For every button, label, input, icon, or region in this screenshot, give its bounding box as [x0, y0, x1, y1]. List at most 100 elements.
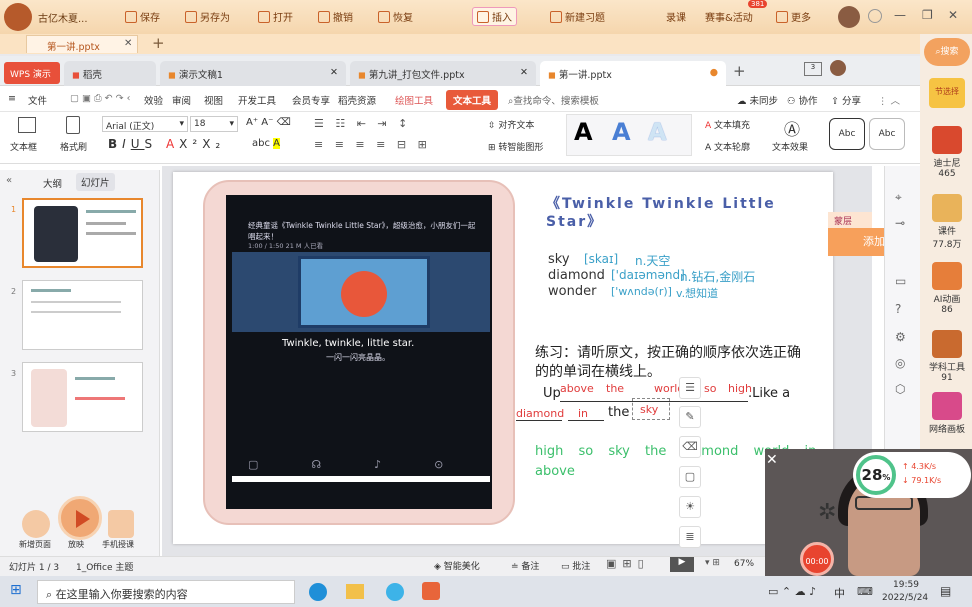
- zoom-controls[interactable]: ▾ ⊞: [705, 558, 720, 568]
- edge-icon[interactable]: [309, 583, 327, 601]
- menu-drawing-tools[interactable]: 绘图工具: [395, 93, 433, 107]
- format-brush-button[interactable]: 格式刷: [60, 140, 87, 153]
- slideshow-button[interactable]: 放映: [68, 539, 84, 550]
- textbox-button[interactable]: 文本框: [10, 140, 37, 153]
- collapse-panel-icon[interactable]: «: [6, 175, 12, 186]
- insert-button[interactable]: 插入: [472, 7, 517, 26]
- more-options-icon[interactable]: ⋮ ︿: [878, 93, 900, 107]
- save-as-button[interactable]: 另存为: [185, 9, 230, 24]
- text-effect-icon[interactable]: Ⓐ: [784, 116, 800, 140]
- answer-high[interactable]: high: [728, 382, 752, 395]
- smartart-button[interactable]: ⊞ 转智能图形: [488, 140, 543, 153]
- menu-text-tools[interactable]: 文本工具: [446, 90, 499, 110]
- sidebar-item-ai-animation[interactable]: AI动画 86: [926, 262, 968, 315]
- shape-style-2[interactable]: Abc: [869, 118, 905, 150]
- slide-thumbnail-3[interactable]: [22, 362, 143, 432]
- comments-button[interactable]: ▭ 批注: [561, 559, 590, 572]
- menu-review[interactable]: 审阅: [172, 93, 191, 107]
- beautify-button[interactable]: ◈ 智能美化: [434, 559, 480, 572]
- play-slideshow-icon[interactable]: ▶: [670, 557, 694, 572]
- ime-indicator[interactable]: 中: [834, 585, 845, 601]
- tab-lecture1[interactable]: ◼ 第一讲.pptx ●: [540, 61, 726, 86]
- wps-taskbar-icon[interactable]: [422, 582, 440, 600]
- text-style-outline[interactable]: A: [648, 118, 667, 146]
- notification-icon[interactable]: ▤: [940, 584, 951, 598]
- tab-lecture9[interactable]: ◼ 第九讲_打包文件.pptx ✕: [350, 61, 536, 86]
- format-brush-icon[interactable]: [66, 116, 80, 134]
- taskbar-search[interactable]: ⌕ 在这里输入你要搜索的内容: [37, 580, 295, 604]
- browser-icon[interactable]: [386, 583, 404, 601]
- align-text-button[interactable]: ⇳ 对齐文本: [488, 118, 534, 131]
- close-icon[interactable]: ✕: [948, 8, 958, 22]
- doc-tab[interactable]: 第一讲.pptx ✕: [26, 35, 138, 53]
- redo-button[interactable]: 恢复: [378, 9, 413, 24]
- answer-the[interactable]: the: [606, 382, 624, 395]
- answer-above[interactable]: above: [560, 382, 594, 395]
- close-camera-icon[interactable]: ✕: [766, 452, 778, 468]
- record-button[interactable]: 录课: [666, 9, 686, 24]
- sidebar-item-disney[interactable]: 迪士尼 465: [926, 126, 968, 179]
- play-icon[interactable]: [58, 496, 102, 540]
- close-tab-icon[interactable]: ✕: [330, 67, 338, 78]
- slide-thumbnail-2[interactable]: [22, 280, 143, 350]
- save-button[interactable]: 保存: [125, 9, 160, 24]
- new-exercise-button[interactable]: 新建习题: [550, 9, 605, 24]
- collab-button[interactable]: ⚇ 协作: [787, 93, 818, 107]
- location-icon[interactable]: ◎: [895, 356, 905, 370]
- answer-in[interactable]: in: [578, 407, 588, 420]
- comment-icon[interactable]: ▭: [895, 274, 906, 288]
- list-buttons[interactable]: ☰ ☷ ⇤ ⇥ ↕: [314, 117, 411, 130]
- text-outline-button[interactable]: A 文本轮廓: [705, 140, 750, 153]
- text-fill-button[interactable]: A 文本填充: [705, 118, 750, 131]
- answer-sky[interactable]: sky: [640, 403, 658, 416]
- minimize-icon[interactable]: —: [894, 8, 906, 22]
- font-size-buttons[interactable]: A⁺ A⁻ ⌫: [246, 117, 291, 128]
- ime-icons[interactable]: ⌨: [857, 585, 873, 598]
- font-select[interactable]: Arial (正文) ▾: [102, 116, 188, 132]
- font-style-buttons[interactable]: BIUS AX²X₂: [108, 137, 225, 151]
- layers-icon[interactable]: ☰: [679, 377, 701, 399]
- notes-button[interactable]: ≐ 备注: [511, 559, 539, 572]
- text-style-black[interactable]: A: [574, 118, 593, 146]
- command-search[interactable]: ⌕查找命令、搜索模板: [508, 93, 599, 107]
- new-page-button[interactable]: 新增页面: [19, 539, 51, 550]
- help-icon[interactable]: ?: [895, 302, 901, 316]
- pen-icon[interactable]: ✎: [679, 406, 701, 428]
- open-button[interactable]: 打开: [258, 9, 293, 24]
- menu-view[interactable]: 视图: [204, 93, 223, 107]
- mobile-teach-button[interactable]: 手机授课: [102, 539, 134, 550]
- sidebar-item-geogebra[interactable]: 网络画板: [926, 392, 968, 435]
- close-tab-icon[interactable]: ✕: [124, 38, 132, 49]
- coin-icon[interactable]: [868, 9, 882, 23]
- sidebar-item-courseware[interactable]: 课件 77.8万: [926, 194, 968, 250]
- layer-label[interactable]: 蒙层: [828, 212, 872, 228]
- mobile-teach-icon[interactable]: [108, 510, 134, 538]
- new-tab-button[interactable]: +: [733, 62, 746, 80]
- menu-daoke-resources[interactable]: 稻壳资源: [338, 93, 376, 107]
- start-icon[interactable]: ⊞: [10, 582, 22, 598]
- align-buttons[interactable]: ≡ ≡ ≡ ≡ ⊟ ⊞: [314, 138, 431, 151]
- tab-presentation1[interactable]: ◼ 演示文稿1 ✕: [160, 61, 346, 86]
- zoom-level[interactable]: 67%: [734, 559, 754, 569]
- text-icon[interactable]: ≣: [679, 526, 701, 548]
- answer-so[interactable]: so: [704, 382, 716, 395]
- menu-member[interactable]: 会员专享: [292, 93, 330, 107]
- sidebar-item-subject-tools[interactable]: 学科工具 91: [926, 330, 968, 383]
- undo-button[interactable]: 撤销: [318, 9, 353, 24]
- search-button[interactable]: ⌕搜索: [924, 38, 970, 66]
- text-effect-button[interactable]: 文本效果: [772, 140, 808, 153]
- maximize-icon[interactable]: ❐: [922, 8, 933, 22]
- record-timer-button[interactable]: 00:00: [800, 542, 834, 576]
- bulb-icon[interactable]: ☀: [679, 496, 701, 518]
- text-style-blue[interactable]: A: [612, 118, 631, 146]
- hamburger-icon[interactable]: ≡: [8, 93, 16, 104]
- user-avatar[interactable]: [838, 6, 860, 28]
- highlight-buttons[interactable]: abc A: [252, 138, 280, 149]
- festival-button[interactable]: 节选择: [929, 78, 965, 108]
- more-button[interactable]: 更多: [776, 9, 811, 24]
- eraser-icon[interactable]: ⌫: [679, 436, 701, 458]
- slide-title[interactable]: 《Twinkle Twinkle Little Star》: [546, 195, 816, 231]
- menu-proofread[interactable]: 效验: [144, 93, 163, 107]
- page-count-icon[interactable]: 3: [804, 62, 822, 76]
- font-size-select[interactable]: 18 ▾: [190, 116, 238, 132]
